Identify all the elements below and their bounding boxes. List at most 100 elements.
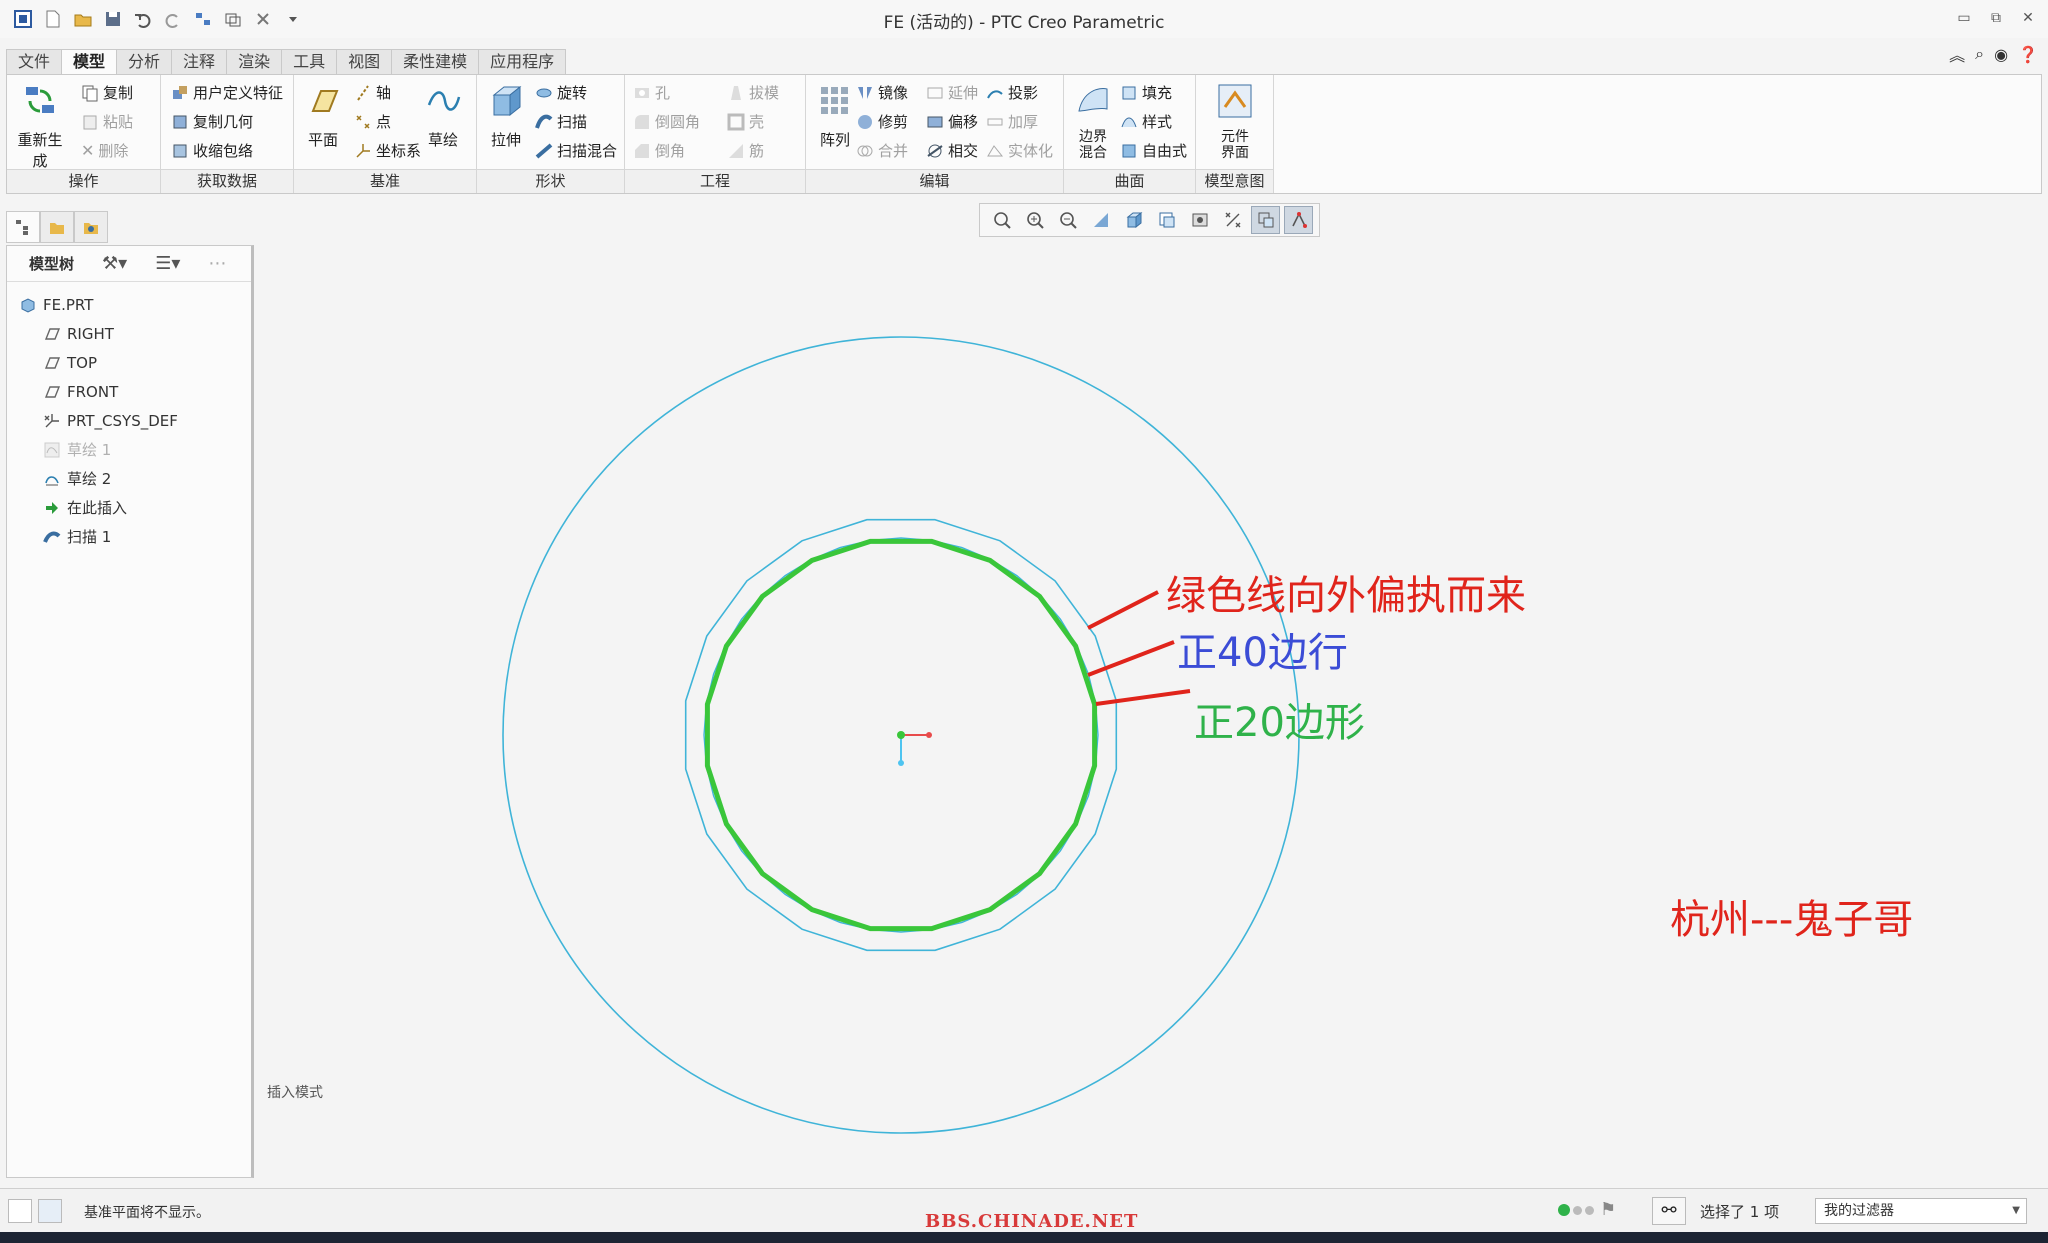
paste-button[interactable]: 粘贴 bbox=[81, 110, 133, 134]
community-icon[interactable]: ◉ bbox=[1994, 45, 2008, 64]
tree-item-label: 草绘 1 bbox=[67, 441, 112, 459]
draft-button[interactable]: 拔模 bbox=[727, 81, 779, 105]
shrinkwrap-button[interactable]: 收缩包络 bbox=[171, 139, 253, 163]
tab-analysis[interactable]: 分析 bbox=[116, 49, 173, 75]
style-button[interactable]: 样式 bbox=[1120, 110, 1172, 134]
tab-file[interactable]: 文件 bbox=[6, 49, 63, 75]
tab-model[interactable]: 模型 bbox=[61, 49, 118, 75]
help-icon[interactable]: ❓ bbox=[2018, 45, 2038, 64]
tree-item-right[interactable]: RIGHT bbox=[7, 319, 251, 348]
minimize-ribbon-icon[interactable]: ︽ bbox=[1949, 42, 1965, 66]
restore-icon[interactable]: ⧉ bbox=[1984, 6, 2008, 30]
datum-display-filter-icon[interactable] bbox=[1251, 206, 1280, 234]
navigator-toggle-icon[interactable] bbox=[8, 1199, 32, 1223]
swept-blend-button[interactable]: 扫描混合 bbox=[535, 139, 617, 163]
model-tree-tab[interactable] bbox=[6, 211, 40, 243]
group-label-datum[interactable]: 基准 bbox=[294, 169, 476, 193]
tab-tools[interactable]: 工具 bbox=[281, 49, 338, 75]
tree-item-front[interactable]: FRONT bbox=[7, 377, 251, 406]
thicken-button[interactable]: 加厚 bbox=[986, 110, 1038, 134]
hole-button[interactable]: 孔 bbox=[633, 81, 670, 105]
boundary-blend-button[interactable]: 边界混合 bbox=[1064, 81, 1122, 161]
group-label-get-data[interactable]: 获取数据 bbox=[161, 169, 293, 193]
axis-button[interactable]: 轴 bbox=[354, 81, 391, 105]
saved-orientations-icon[interactable] bbox=[1152, 206, 1181, 234]
fill-button[interactable]: 填充 bbox=[1120, 81, 1172, 105]
solidify-button[interactable]: 实体化 bbox=[986, 139, 1053, 163]
flag-icon[interactable]: ⚑ bbox=[1600, 1199, 1616, 1220]
tab-applications[interactable]: 应用程序 bbox=[478, 49, 567, 75]
rib-button[interactable]: 筋 bbox=[727, 139, 764, 163]
delete-button[interactable]: ✕ 删除 bbox=[81, 139, 128, 163]
graphics-area[interactable] bbox=[256, 245, 2048, 1178]
selection-filter-value: 我的过滤器 bbox=[1824, 1203, 1894, 1219]
merge-button[interactable]: 合并 bbox=[856, 139, 908, 163]
revolve-label: 旋转 bbox=[557, 84, 588, 102]
round-button[interactable]: 倒圆角 bbox=[633, 110, 700, 134]
shell-button[interactable]: 壳 bbox=[727, 110, 764, 134]
tab-flexible-modeling[interactable]: 柔性建模 bbox=[391, 49, 480, 75]
tree-columns-icon[interactable]: ☰▾ bbox=[155, 253, 180, 274]
zoom-in-icon[interactable] bbox=[1020, 206, 1049, 234]
sketch-canvas[interactable] bbox=[256, 245, 2048, 1178]
folder-browser-tab[interactable] bbox=[40, 211, 74, 243]
freestyle-button[interactable]: 自由式 bbox=[1120, 139, 1187, 163]
refit-icon[interactable] bbox=[987, 206, 1016, 234]
view-manager-icon[interactable] bbox=[1185, 206, 1214, 234]
csys-icon bbox=[44, 413, 59, 427]
regenerate-button[interactable]: 重新生成 bbox=[11, 81, 69, 171]
tree-item-part[interactable]: FE.PRT bbox=[7, 290, 251, 319]
tab-render[interactable]: 渲染 bbox=[226, 49, 283, 75]
tab-annotate[interactable]: 注释 bbox=[171, 49, 228, 75]
group-label-surfaces[interactable]: 曲面 bbox=[1064, 169, 1195, 193]
tab-view[interactable]: 视图 bbox=[336, 49, 393, 75]
display-style-icon[interactable] bbox=[1119, 206, 1148, 234]
sweep-button[interactable]: 扫描 bbox=[535, 110, 587, 134]
tree-settings-icon[interactable]: ⚒▾ bbox=[102, 253, 127, 274]
extrude-button[interactable]: 拉伸 bbox=[477, 81, 535, 150]
group-label-editing[interactable]: 编辑 bbox=[806, 169, 1063, 193]
group-label-engineering[interactable]: 工程 bbox=[625, 169, 805, 193]
tree-filter-icon[interactable]: ⋯ bbox=[208, 253, 226, 274]
csys-button[interactable]: 坐标系 bbox=[354, 139, 421, 163]
tree-item-sweep-1[interactable]: 扫描 1 bbox=[7, 522, 251, 551]
chamfer-button[interactable]: 倒角 bbox=[633, 139, 685, 163]
group-label-model-intent[interactable]: 模型意图 bbox=[1196, 169, 1273, 193]
project-button[interactable]: 投影 bbox=[986, 81, 1038, 105]
point-button[interactable]: 点 bbox=[354, 110, 391, 134]
paste-label: 粘贴 bbox=[103, 113, 134, 131]
close-icon[interactable]: ✕ bbox=[2016, 6, 2040, 30]
sketch-button[interactable]: 草绘 bbox=[414, 81, 472, 150]
zoom-out-icon[interactable] bbox=[1053, 206, 1082, 234]
annotation-display-icon[interactable] bbox=[1284, 206, 1313, 234]
find-binoculars-icon[interactable]: ⚯ bbox=[1652, 1197, 1686, 1225]
intersect-button[interactable]: 相交 bbox=[926, 139, 978, 163]
favorites-tab[interactable] bbox=[74, 211, 108, 243]
browser-toggle-icon[interactable] bbox=[38, 1199, 62, 1223]
copy-geometry-button[interactable]: 复制几何 bbox=[171, 110, 253, 134]
copy-button[interactable]: 复制 bbox=[81, 81, 133, 105]
tree-item-top[interactable]: TOP bbox=[7, 348, 251, 377]
window-title: FE (活动的) - PTC Creo Parametric bbox=[883, 13, 1165, 33]
component-interface-button[interactable]: 元件界面 bbox=[1206, 81, 1264, 161]
tree-item-insert-here[interactable]: 在此插入 bbox=[7, 493, 251, 522]
tree-item-csys[interactable]: PRT_CSYS_DEF bbox=[7, 406, 251, 435]
minimize-icon[interactable]: ▭ bbox=[1952, 6, 1976, 30]
tree-item-sketch-1[interactable]: 草绘 1 bbox=[7, 435, 251, 464]
group-label-operations[interactable]: 操作 bbox=[7, 169, 160, 193]
fill-icon bbox=[1122, 86, 1136, 100]
selection-filter-dropdown[interactable]: 我的过滤器 ▼ bbox=[1815, 1198, 2027, 1224]
plane-button[interactable]: 平面 bbox=[294, 81, 352, 150]
repaint-icon[interactable] bbox=[1086, 206, 1115, 234]
shrinkwrap-icon bbox=[173, 144, 187, 158]
offset-button[interactable]: 偏移 bbox=[926, 110, 978, 134]
group-label-shapes[interactable]: 形状 bbox=[477, 169, 624, 193]
extend-button[interactable]: 延伸 bbox=[926, 81, 978, 105]
tree-item-sketch-2[interactable]: 草绘 2 bbox=[7, 464, 251, 493]
perspective-icon[interactable] bbox=[1218, 206, 1247, 234]
trim-button[interactable]: 修剪 bbox=[856, 110, 908, 134]
mirror-button[interactable]: 镜像 bbox=[856, 81, 908, 105]
revolve-button[interactable]: 旋转 bbox=[535, 81, 587, 105]
search-icon[interactable]: ⌕ bbox=[1975, 44, 1984, 64]
udf-button[interactable]: 用户定义特征 bbox=[171, 81, 283, 105]
